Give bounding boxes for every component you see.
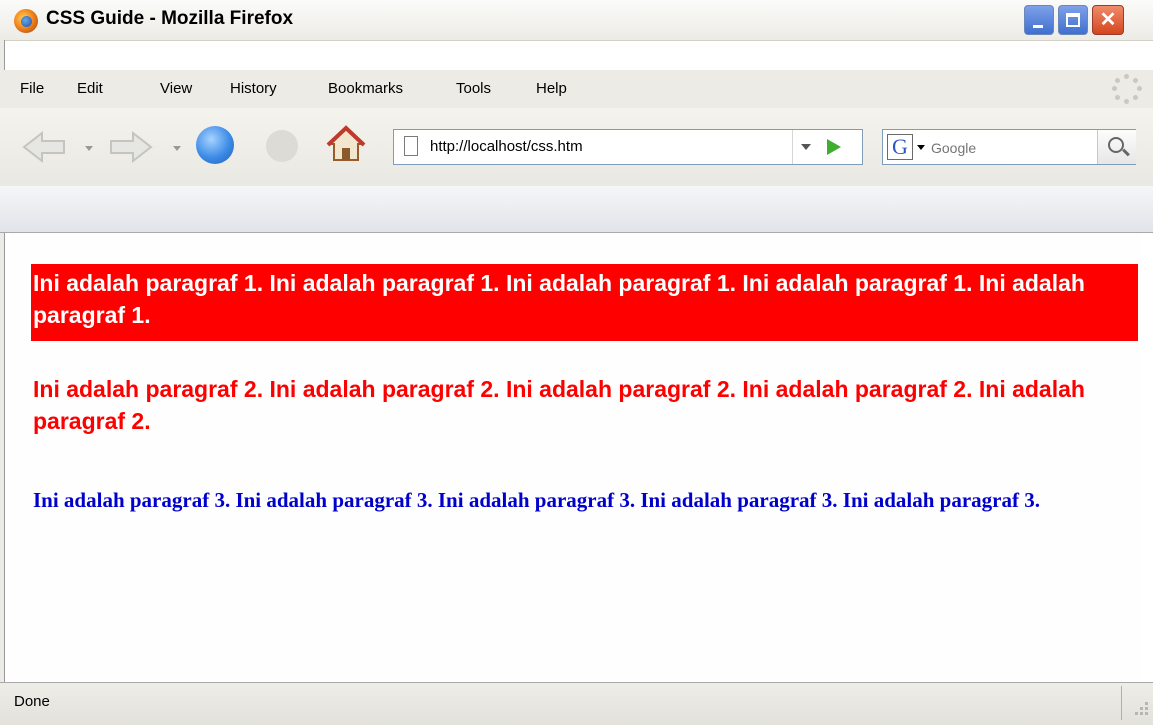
close-icon: ✕ — [1099, 9, 1117, 31]
activity-throbber-icon — [1112, 74, 1142, 104]
status-divider — [1121, 686, 1122, 720]
address-bar[interactable]: http://localhost/css.htm — [393, 129, 863, 165]
menu-file[interactable]: File — [20, 80, 44, 97]
status-text: Done — [14, 693, 50, 710]
paragraph-2: Ini adalah paragraf 2. Ini adalah paragr… — [33, 376, 1085, 434]
close-button[interactable]: ✕ — [1092, 5, 1124, 35]
reload-icon[interactable] — [196, 126, 234, 164]
firefox-icon[interactable] — [14, 9, 38, 33]
forward-history-dropdown-icon[interactable] — [172, 143, 182, 153]
menu-view[interactable]: View — [160, 80, 192, 97]
status-bar — [0, 682, 1153, 725]
back-history-dropdown-icon[interactable] — [84, 143, 94, 153]
menu-bookmarks[interactable]: Bookmarks — [328, 80, 403, 97]
paragraph-1: Ini adalah paragraf 1. Ini adalah paragr… — [31, 264, 1138, 341]
maximize-icon — [1066, 13, 1080, 27]
resize-grip-icon[interactable] — [1131, 700, 1149, 718]
menu-history[interactable]: History — [230, 80, 277, 97]
url-history-dropdown-icon[interactable] — [792, 130, 817, 164]
paragraph-3: Ini adalah paragraf 3. Ini adalah paragr… — [33, 488, 1040, 512]
title-bar: CSS Guide - Mozilla Firefox ✕ — [0, 0, 1153, 41]
stop-icon[interactable] — [266, 130, 298, 162]
search-engine-dropdown-icon[interactable] — [917, 145, 925, 150]
search-bar[interactable]: G — [882, 129, 1136, 165]
search-button[interactable] — [1097, 130, 1136, 164]
forward-arrow-icon[interactable] — [105, 127, 155, 167]
minimize-icon — [1033, 25, 1043, 28]
minimize-button[interactable] — [1024, 5, 1054, 35]
browser-window: CSS Guide - Mozilla Firefox ✕ File Edit … — [0, 0, 1153, 725]
home-icon[interactable] — [326, 124, 366, 164]
menu-help[interactable]: Help — [536, 80, 567, 97]
magnifier-handle — [1122, 148, 1130, 157]
url-text[interactable]: http://localhost/css.htm — [430, 138, 583, 155]
menu-edit[interactable]: Edit — [77, 80, 103, 97]
search-engine-google-icon[interactable]: G — [887, 134, 913, 160]
go-arrow-icon[interactable] — [827, 139, 841, 155]
page-icon — [404, 136, 418, 156]
back-arrow-icon[interactable] — [20, 127, 70, 167]
window-title: CSS Guide - Mozilla Firefox — [46, 8, 294, 29]
search-input[interactable] — [929, 132, 1093, 164]
menu-tools[interactable]: Tools — [456, 80, 491, 97]
maximize-button[interactable] — [1058, 5, 1088, 35]
bookmarks-toolbar — [0, 186, 1153, 233]
